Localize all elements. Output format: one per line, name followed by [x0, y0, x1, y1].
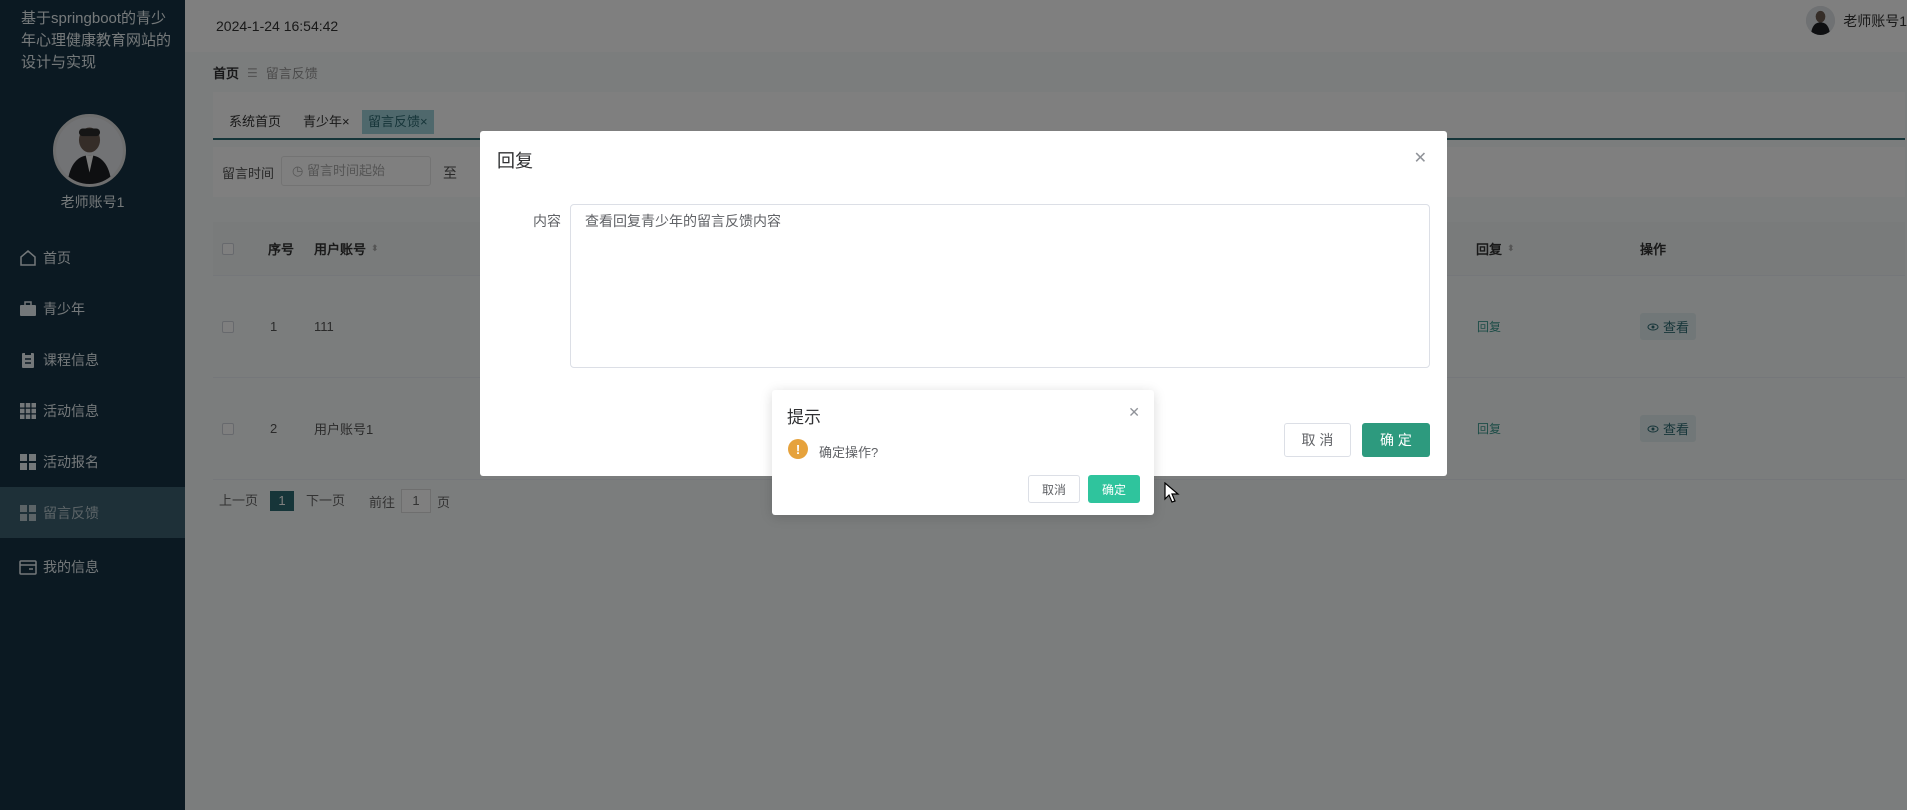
reply-cancel-button[interactable]: 取 消 [1284, 423, 1351, 457]
reply-ok-button[interactable]: 确 定 [1362, 423, 1430, 457]
confirm-title: 提示 [787, 408, 821, 427]
confirm-message-box: 提示 ✕ ! 确定操作? 取消 确定 [772, 390, 1154, 515]
reply-content-textarea[interactable]: 查看回复青少年的留言反馈内容 [570, 204, 1430, 368]
close-icon[interactable]: ✕ [1128, 404, 1140, 421]
mouse-cursor-icon [1164, 482, 1180, 503]
confirm-cancel-button[interactable]: 取消 [1028, 475, 1080, 503]
warning-icon: ! [788, 439, 808, 459]
content-label: 内容 [533, 213, 561, 229]
confirm-message: 确定操作? [819, 445, 879, 460]
close-icon[interactable]: ✕ [1414, 148, 1427, 168]
reply-dialog-title: 回复 [497, 151, 533, 171]
confirm-ok-button[interactable]: 确定 [1088, 475, 1140, 503]
